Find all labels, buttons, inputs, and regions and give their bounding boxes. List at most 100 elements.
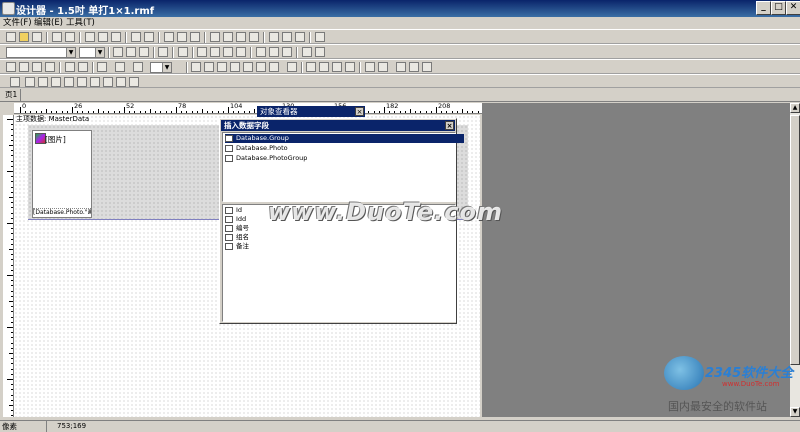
frame-bottom-icon[interactable] <box>32 62 42 72</box>
minimize-button[interactable]: _ <box>756 1 771 15</box>
field-item[interactable]: Id <box>225 206 242 215</box>
script-icon[interactable] <box>378 62 388 72</box>
group-icon[interactable] <box>164 32 174 42</box>
field-item[interactable]: 组名 <box>225 233 249 242</box>
frame-color-icon[interactable] <box>115 62 125 72</box>
menu-file[interactable]: 文件(F) <box>3 17 32 29</box>
spacing-icon[interactable] <box>345 62 355 72</box>
align-justify-icon[interactable] <box>236 47 246 57</box>
align-center-icon[interactable] <box>210 47 220 57</box>
align-tops-icon[interactable] <box>243 62 253 72</box>
align-hcenter-icon[interactable] <box>204 62 214 72</box>
bring-front-icon[interactable] <box>190 32 200 42</box>
ungroup-icon[interactable] <box>177 32 187 42</box>
scroll-up-icon[interactable]: ▲ <box>790 103 800 113</box>
tab-page1[interactable]: 页1 <box>2 89 22 101</box>
page-setup-icon[interactable] <box>210 32 220 42</box>
highlight-rule-icon[interactable] <box>302 47 312 57</box>
size-width-icon[interactable] <box>306 62 316 72</box>
lock-icon[interactable] <box>129 77 139 87</box>
valign-middle-icon[interactable] <box>269 47 279 57</box>
align-grid-icon[interactable] <box>282 32 292 42</box>
cut-icon[interactable] <box>85 32 95 42</box>
dataset-item[interactable]: Database.PhotoGroup <box>225 154 307 163</box>
undo-icon[interactable] <box>131 32 141 42</box>
text-direction-icon[interactable] <box>332 62 342 72</box>
line-icon[interactable] <box>77 77 87 87</box>
chart-icon[interactable] <box>315 32 325 42</box>
insert-field-titlebar[interactable]: 插入数据字段 × <box>221 120 455 131</box>
field-item[interactable]: 备注 <box>225 242 249 251</box>
new-icon[interactable] <box>6 32 16 42</box>
bold-icon[interactable] <box>113 47 123 57</box>
valign-top-icon[interactable] <box>256 47 266 57</box>
align-right-icon[interactable] <box>223 47 233 57</box>
align-left-icon[interactable] <box>197 47 207 57</box>
preview-icon[interactable] <box>65 32 75 42</box>
scroll-thumb[interactable] <box>790 115 800 365</box>
barcode-icon[interactable] <box>103 77 113 87</box>
grid-icon[interactable] <box>269 32 279 42</box>
fit-grid-icon[interactable] <box>295 32 305 42</box>
valign-bottom-icon[interactable] <box>282 47 292 57</box>
font-name-combo[interactable]: ▼ <box>6 47 76 58</box>
band-icon[interactable] <box>38 77 48 87</box>
field-item[interactable]: Idd <box>225 215 246 224</box>
chevron-down-icon[interactable]: ▼ <box>66 48 75 57</box>
menu-edit[interactable]: 编辑(E) <box>34 17 63 29</box>
field-item[interactable]: 编号 <box>225 224 249 233</box>
add-page-icon[interactable] <box>223 32 233 42</box>
font-size-combo[interactable]: ▼ <box>79 47 105 58</box>
frame-style-icon[interactable] <box>133 62 143 72</box>
title-bar[interactable]: 设计器 - 1.5吋 单打1×1.rmf _ □ ✕ <box>0 0 800 17</box>
pointer-icon[interactable] <box>10 77 20 87</box>
copy-icon[interactable] <box>98 32 108 42</box>
dataset-item[interactable]: Database.Photo <box>225 144 288 153</box>
close-icon[interactable]: × <box>445 121 454 130</box>
open-icon[interactable] <box>19 32 29 42</box>
frame-width-combo[interactable]: ▼ <box>150 62 172 73</box>
object-inspector-titlebar[interactable]: 对象查看器 × <box>257 106 365 117</box>
space-horz-icon[interactable] <box>287 62 297 72</box>
close-button[interactable]: ✕ <box>786 1 800 15</box>
highlight-icon[interactable] <box>178 47 188 57</box>
chain-icon[interactable] <box>422 62 432 72</box>
center-window-icon[interactable] <box>217 62 227 72</box>
underline-icon[interactable] <box>139 47 149 57</box>
close-icon[interactable]: × <box>355 107 364 116</box>
edit-icon[interactable] <box>409 62 419 72</box>
save-icon[interactable] <box>32 32 42 42</box>
print-icon[interactable] <box>52 32 62 42</box>
new-page-icon[interactable] <box>249 32 259 42</box>
frame-left-icon[interactable] <box>19 62 29 72</box>
fill-color-icon[interactable] <box>97 62 107 72</box>
text-rotate-icon[interactable] <box>315 47 325 57</box>
italic-icon[interactable] <box>126 47 136 57</box>
align-lefts-icon[interactable] <box>191 62 201 72</box>
size-height-icon[interactable] <box>319 62 329 72</box>
align-vcenter-icon[interactable] <box>256 62 266 72</box>
scroll-down-icon[interactable]: ▼ <box>790 407 800 417</box>
chevron-down-icon[interactable]: ▼ <box>95 48 104 57</box>
dataset-item[interactable]: Database.Group <box>225 134 464 143</box>
frame-right-icon[interactable] <box>45 62 55 72</box>
sort-icon[interactable] <box>365 62 375 72</box>
menu-tools[interactable]: 工具(T) <box>66 17 95 29</box>
align-rights-icon[interactable] <box>230 62 240 72</box>
maximize-button[interactable]: □ <box>771 1 786 15</box>
frame-top-icon[interactable] <box>6 62 16 72</box>
picture-object-icon[interactable] <box>51 77 61 87</box>
text-object-icon[interactable] <box>25 77 35 87</box>
picture-object[interactable]: [图片] [Database.Photo."画号"] <box>32 130 92 218</box>
link-icon[interactable] <box>396 62 406 72</box>
shape-icon[interactable] <box>116 77 126 87</box>
subreport-icon[interactable] <box>64 77 74 87</box>
font-color-icon[interactable] <box>158 47 168 57</box>
frame-all-icon[interactable] <box>65 62 75 72</box>
delete-page-icon[interactable] <box>236 32 246 42</box>
redo-icon[interactable] <box>144 32 154 42</box>
chevron-down-icon[interactable]: ▼ <box>162 63 171 72</box>
pencil-icon[interactable] <box>90 77 100 87</box>
dataset-list[interactable]: Database.Group Database.Photo Database.P… <box>222 132 464 202</box>
align-bottoms-icon[interactable] <box>269 62 279 72</box>
